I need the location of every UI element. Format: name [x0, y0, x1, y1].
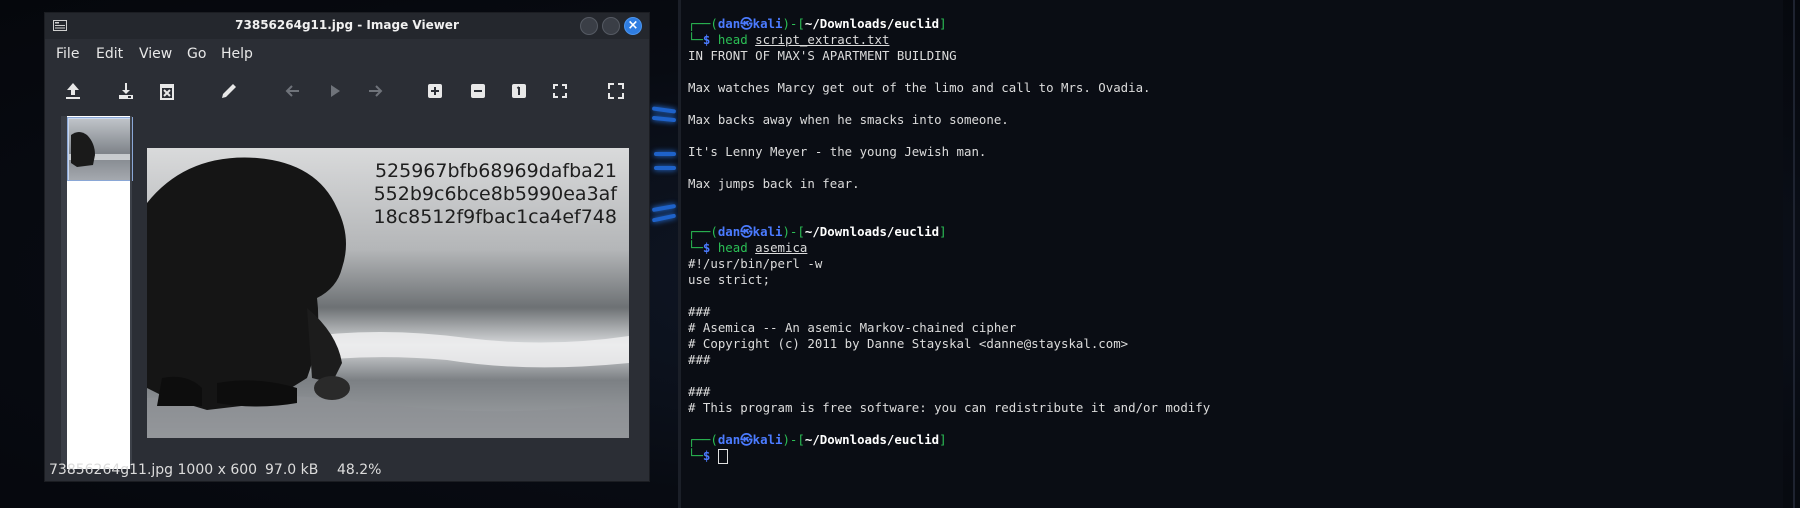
- terminal-window[interactable]: ┌──(dan㉿kali)-[~/Downloads/euclid] └─$ h…: [678, 0, 1795, 508]
- zoom-out-button[interactable]: [467, 80, 489, 102]
- command-arg: script_extract.txt: [755, 32, 890, 47]
- prompt-host: kali: [752, 224, 783, 239]
- menu-edit[interactable]: Edit: [96, 46, 123, 62]
- minimize-button[interactable]: [580, 17, 598, 35]
- menu-view[interactable]: View: [139, 46, 172, 62]
- prompt-line: ┌──(dan㉿kali)-[~/Downloads/euclid]: [688, 432, 947, 447]
- prompt-path: ~/Downloads/euclid: [804, 224, 940, 239]
- zoom-in-button[interactable]: [424, 80, 446, 102]
- menu-help[interactable]: Help: [221, 46, 253, 62]
- close-icon: ×: [627, 18, 639, 33]
- prompt-path: ~/Downloads/euclid: [804, 16, 940, 31]
- command-line: └─$ head asemica: [688, 240, 808, 255]
- command-name: head: [717, 240, 748, 255]
- menu-bar: File Edit View Go Help: [45, 39, 649, 67]
- status-bar: 73856264g11.jpg 1000 x 600 97.0 kB 48.2%: [45, 460, 649, 482]
- save-icon: [119, 83, 133, 99]
- forward-icon: [369, 85, 383, 97]
- terminal-border: [1793, 0, 1795, 508]
- maximize-button[interactable]: [602, 17, 620, 35]
- output-line: # Asemica -- An asemic Markov-chained ci…: [688, 320, 1017, 335]
- delete-icon: [160, 84, 174, 100]
- save-button[interactable]: [115, 80, 137, 102]
- text-cursor: [717, 449, 728, 464]
- thumbnail-pane[interactable]: [61, 116, 133, 469]
- prompt-line: ┌──(dan㉿kali)-[~/Downloads/euclid]: [688, 224, 947, 239]
- title-bar[interactable]: 73856264g11.jpg - Image Viewer ×: [45, 13, 649, 39]
- play-icon: [331, 85, 340, 97]
- wallpaper-streak: [654, 166, 676, 170]
- command-name: head: [717, 32, 748, 47]
- zoom-normal-button[interactable]: [508, 80, 530, 102]
- status-filename: 73856264g11.jpg 1000 x 600: [49, 462, 258, 478]
- previous-button[interactable]: [282, 80, 304, 102]
- prompt-user: dan: [717, 16, 741, 31]
- edit-button[interactable]: [218, 80, 240, 102]
- output-line: IN FRONT OF MAX'S APARTMENT BUILDING: [688, 48, 957, 63]
- wallpaper-streak: [651, 106, 677, 114]
- thumbnail-image: [69, 119, 132, 180]
- zoom-out-icon: [471, 84, 485, 98]
- output-line: ###: [688, 352, 711, 367]
- back-icon: [285, 85, 299, 97]
- prompt-path: ~/Downloads/euclid: [804, 432, 940, 447]
- prompt-user: dan: [717, 432, 741, 447]
- output-line: Max jumps back in fear.: [688, 176, 860, 191]
- open-button[interactable]: [62, 80, 84, 102]
- output-line: #!/usr/bin/perl -w: [688, 256, 823, 271]
- delete-button[interactable]: [156, 80, 178, 102]
- zoom-fit-button[interactable]: [549, 80, 571, 102]
- photo-overlay-text: 525967bfb68969dafba21 552b9c6bce8b5990ea…: [357, 160, 617, 229]
- zoom-normal-icon: [512, 84, 526, 98]
- slideshow-button[interactable]: [324, 80, 346, 102]
- edit-icon: [222, 84, 236, 98]
- prompt-host: kali: [752, 16, 783, 31]
- close-button[interactable]: ×: [624, 17, 642, 35]
- hash-line: 525967bfb68969dafba21: [374, 160, 617, 182]
- wallpaper-streak: [651, 203, 677, 213]
- wallpaper-streak: [654, 152, 676, 156]
- fullscreen-button[interactable]: [605, 80, 627, 102]
- output-line: use strict;: [688, 272, 771, 287]
- open-icon: [66, 83, 80, 99]
- wallpaper-streak: [651, 213, 677, 223]
- pane-divider[interactable]: [130, 116, 132, 469]
- window-title: 73856264g11.jpg - Image Viewer: [235, 18, 459, 32]
- status-zoom: 48.2%: [337, 462, 382, 478]
- fullscreen-icon: [608, 83, 624, 99]
- output-line: ###: [688, 304, 711, 319]
- prompt-line: ┌──(dan㉿kali)-[~/Downloads/euclid]: [688, 16, 947, 31]
- output-line: Max backs away when he smacks into someo…: [688, 112, 1009, 127]
- output-line: Max watches Marcy get out of the limo an…: [688, 80, 1151, 95]
- prompt-user: dan: [717, 224, 741, 239]
- output-line: It's Lenny Meyer - the young Jewish man.: [688, 144, 987, 159]
- command-line[interactable]: └─$: [688, 448, 728, 464]
- output-line: ###: [688, 384, 711, 399]
- image-area: 525967bfb68969dafba21 552b9c6bce8b5990ea…: [45, 105, 649, 470]
- output-line: # Copyright (c) 2011 by Danne Stayskal <…: [688, 336, 1129, 351]
- hash-line: 18c8512f9fbac1ca4ef748: [373, 206, 617, 228]
- menu-file[interactable]: File: [56, 46, 79, 62]
- main-image[interactable]: 525967bfb68969dafba21 552b9c6bce8b5990ea…: [147, 148, 629, 438]
- status-filesize: 97.0 kB: [265, 462, 319, 478]
- wallpaper-streak: [651, 115, 677, 123]
- thumbnail-selected[interactable]: [67, 117, 133, 181]
- command-arg: asemica: [755, 240, 808, 255]
- prompt-host: kali: [752, 432, 783, 447]
- hash-line: 552b9c6bce8b5990ea3af: [373, 183, 617, 205]
- zoom-in-icon: [428, 84, 442, 98]
- next-button[interactable]: [364, 80, 386, 102]
- image-viewer-window: 73856264g11.jpg - Image Viewer × File Ed…: [44, 12, 650, 482]
- zoom-fit-icon: [553, 84, 567, 98]
- output-line: # This program is free software: you can…: [688, 400, 1211, 415]
- menu-go[interactable]: Go: [187, 46, 206, 62]
- command-line: └─$ head script_extract.txt: [688, 32, 890, 47]
